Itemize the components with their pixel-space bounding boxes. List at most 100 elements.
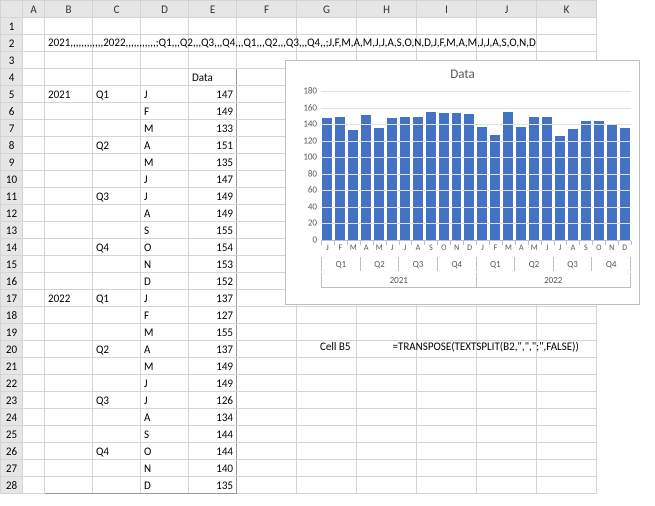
cell[interactable] xyxy=(477,392,537,409)
row-header[interactable]: 22 xyxy=(1,375,23,392)
row-header[interactable]: 14 xyxy=(1,239,23,256)
cell[interactable]: M xyxy=(141,120,189,137)
cell[interactable] xyxy=(23,460,45,477)
cell[interactable] xyxy=(297,477,357,494)
cell[interactable] xyxy=(23,273,45,290)
cell[interactable]: Q3 xyxy=(93,392,141,409)
cell[interactable]: D xyxy=(141,273,189,290)
cell[interactable] xyxy=(537,477,597,494)
row-header[interactable]: 24 xyxy=(1,409,23,426)
cell[interactable] xyxy=(45,443,93,460)
cell[interactable] xyxy=(93,103,141,120)
cell[interactable] xyxy=(23,409,45,426)
cell[interactable]: Q2 xyxy=(93,137,141,154)
row-header[interactable]: 16 xyxy=(1,273,23,290)
cell[interactable] xyxy=(45,52,93,69)
cell[interactable] xyxy=(417,392,477,409)
cell[interactable] xyxy=(45,273,93,290)
cell[interactable]: Q2 xyxy=(93,341,141,358)
cell[interactable]: 2022 xyxy=(45,290,93,307)
cell[interactable]: M xyxy=(141,358,189,375)
cell[interactable] xyxy=(45,239,93,256)
cell[interactable] xyxy=(537,358,597,375)
cell[interactable] xyxy=(237,477,297,494)
cell[interactable] xyxy=(477,477,537,494)
cell[interactable]: 154 xyxy=(189,239,237,256)
cell[interactable] xyxy=(537,409,597,426)
row-header[interactable]: 12 xyxy=(1,205,23,222)
cell[interactable] xyxy=(45,426,93,443)
cell[interactable] xyxy=(23,154,45,171)
cell[interactable]: 153 xyxy=(189,256,237,273)
cell[interactable] xyxy=(45,222,93,239)
select-all-corner[interactable] xyxy=(1,1,23,18)
cell[interactable] xyxy=(417,426,477,443)
cell[interactable] xyxy=(45,341,93,358)
cell[interactable] xyxy=(297,358,357,375)
cell[interactable]: J xyxy=(141,171,189,188)
cell[interactable] xyxy=(357,426,417,443)
cell[interactable] xyxy=(141,18,189,35)
cell[interactable]: 126 xyxy=(189,392,237,409)
cell[interactable] xyxy=(23,86,45,103)
col-header[interactable]: D xyxy=(141,1,189,18)
cell[interactable]: 147 xyxy=(189,86,237,103)
cell[interactable] xyxy=(93,18,141,35)
cell[interactable] xyxy=(141,52,189,69)
cell[interactable]: 144 xyxy=(189,426,237,443)
cell[interactable]: Q4 xyxy=(93,239,141,256)
cell[interactable]: 2021,,,,,,,,,,,,2022,,,,,,,,,,,;Q1,,,Q2,… xyxy=(45,35,93,52)
cell[interactable] xyxy=(357,477,417,494)
cell[interactable] xyxy=(237,460,297,477)
cell[interactable] xyxy=(93,52,141,69)
cell[interactable] xyxy=(23,205,45,222)
cell[interactable]: M xyxy=(141,154,189,171)
cell[interactable] xyxy=(23,35,45,52)
cell[interactable]: 144 xyxy=(189,443,237,460)
cell[interactable] xyxy=(237,18,297,35)
cell[interactable] xyxy=(417,409,477,426)
cell[interactable] xyxy=(23,477,45,494)
cell[interactable]: 149 xyxy=(189,375,237,392)
cell[interactable] xyxy=(93,426,141,443)
cell[interactable]: 149 xyxy=(189,188,237,205)
cell[interactable] xyxy=(297,18,357,35)
cell[interactable] xyxy=(93,120,141,137)
cell[interactable] xyxy=(93,460,141,477)
col-header[interactable]: B xyxy=(45,1,93,18)
cell[interactable] xyxy=(357,392,417,409)
cell[interactable] xyxy=(23,103,45,120)
cell[interactable] xyxy=(93,358,141,375)
cell[interactable] xyxy=(477,358,537,375)
cell[interactable] xyxy=(23,52,45,69)
cell[interactable] xyxy=(23,188,45,205)
row-header[interactable]: 28 xyxy=(1,477,23,494)
col-header[interactable]: E xyxy=(189,1,237,18)
cell[interactable] xyxy=(45,460,93,477)
cell[interactable] xyxy=(93,409,141,426)
cell[interactable]: N xyxy=(141,256,189,273)
cell[interactable]: 149 xyxy=(189,358,237,375)
cell[interactable] xyxy=(477,375,537,392)
cell[interactable]: J xyxy=(141,375,189,392)
cell[interactable] xyxy=(357,307,417,324)
cell[interactable] xyxy=(23,69,45,86)
row-header[interactable]: 18 xyxy=(1,307,23,324)
cell[interactable] xyxy=(45,256,93,273)
cell[interactable] xyxy=(45,205,93,222)
cell[interactable]: J xyxy=(141,290,189,307)
row-header[interactable]: 19 xyxy=(1,324,23,341)
cell[interactable] xyxy=(45,103,93,120)
cell[interactable] xyxy=(93,256,141,273)
cell[interactable]: 149 xyxy=(189,103,237,120)
cell[interactable] xyxy=(237,324,297,341)
cell[interactable] xyxy=(477,426,537,443)
cell[interactable]: 151 xyxy=(189,137,237,154)
cell[interactable] xyxy=(297,460,357,477)
column-header-row[interactable]: A B C D E F G H I J K xyxy=(1,1,597,18)
cell[interactable]: 140 xyxy=(189,460,237,477)
col-header[interactable]: F xyxy=(237,1,297,18)
cell[interactable] xyxy=(297,409,357,426)
cell[interactable] xyxy=(417,324,477,341)
col-header[interactable]: A xyxy=(23,1,45,18)
